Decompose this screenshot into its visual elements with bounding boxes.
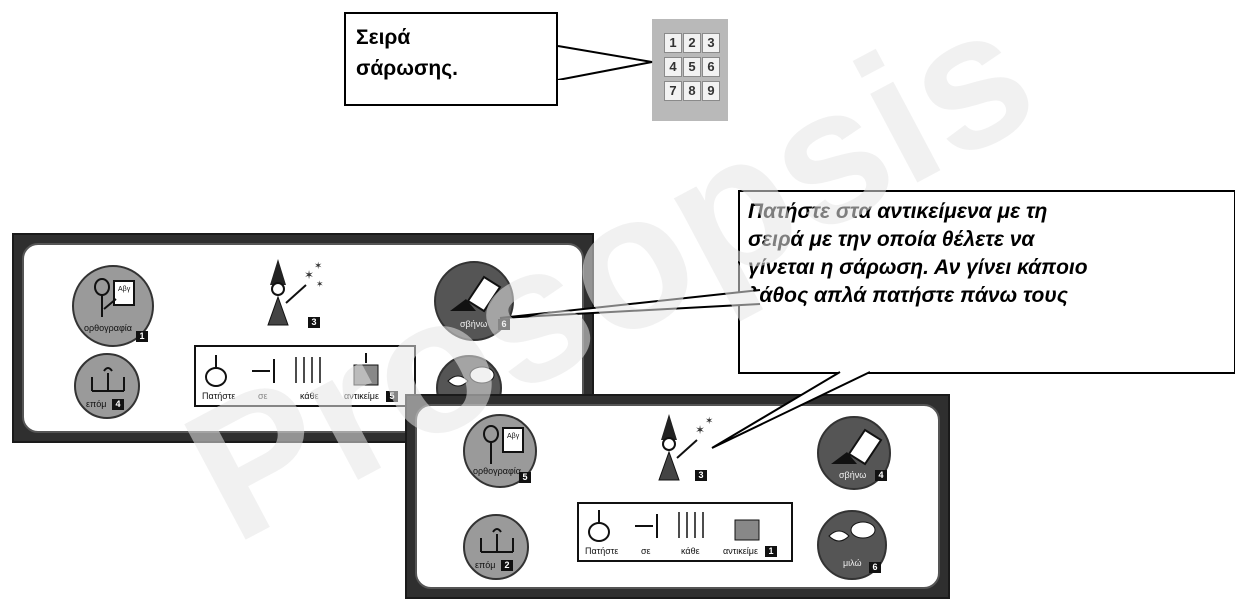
instructions-line-2: σειρά με την οποία θέλετε να — [748, 228, 1035, 251]
spelling-button[interactable]: Aβγ ορθογραφία 5 — [463, 414, 537, 488]
wizard-icon: ✶ ✶ ✶ — [267, 259, 324, 326]
scan-cell: 2 — [683, 33, 701, 53]
instruction-icons — [588, 510, 760, 542]
speak-button[interactable]: μιλώ 6 — [817, 510, 887, 580]
speak-label: μιλώ — [843, 558, 862, 568]
eraser-icon — [450, 275, 502, 313]
instr-word-each: κάθε — [300, 391, 319, 401]
svg-text:✶: ✶ — [705, 416, 713, 427]
svg-text:✶: ✶ — [314, 261, 322, 272]
scan-number: 2 — [501, 560, 513, 571]
scan-number: 1 — [136, 331, 148, 342]
scan-number: 4 — [875, 470, 887, 481]
instruction-strip[interactable]: Πατήστε σε κάθε αντικείμε 5 — [194, 345, 416, 407]
spelling-button[interactable]: Aβγ ορθογραφία 1 — [72, 265, 154, 347]
scan-number: 4 — [112, 399, 124, 410]
scan-cell: 3 — [702, 33, 720, 53]
spelling-icon: Aβγ — [94, 278, 135, 317]
scan-cell: 5 — [683, 57, 701, 77]
instr-word-each: κάθε — [681, 546, 700, 556]
instr-word-object: αντικείμε — [344, 391, 379, 401]
instructions-line-4: λάθος απλά πατήστε πάνω τους — [748, 284, 1068, 307]
erase-label: σβήνω — [839, 470, 867, 480]
scan-number: 6 — [498, 319, 510, 330]
scan-order-pointer — [557, 45, 653, 80]
speech-icon — [447, 366, 495, 387]
wizard-button[interactable]: ✶ ✶ 3 — [647, 410, 727, 490]
scan-cell: 6 — [702, 57, 720, 77]
svg-text:✶: ✶ — [695, 423, 705, 437]
svg-text:Aβγ: Aβγ — [507, 433, 520, 440]
scan-number: 5 — [386, 391, 398, 402]
next-label: επόμ — [86, 399, 107, 409]
instr-word-press: Πατήστε — [585, 546, 619, 556]
scan-number: 3 — [308, 317, 320, 328]
next-button[interactable]: επόμ 2 — [463, 514, 529, 580]
next-label: επόμ — [475, 560, 496, 570]
erase-button[interactable]: σβήνω 4 — [817, 416, 891, 490]
scan-cell: 1 — [664, 33, 682, 53]
spelling-label: ορθογραφία — [473, 466, 521, 476]
scan-cell: 9 — [702, 81, 720, 101]
instructions-line-1: Πατήστε στα αντικείμενα με τη — [748, 200, 1048, 223]
scan-number: 1 — [765, 546, 777, 557]
next-button[interactable]: επόμ 4 — [74, 353, 140, 419]
scan-order-callout: Σειρά σάρωσης. — [344, 12, 558, 106]
svg-text:✶: ✶ — [316, 279, 324, 289]
next-icon — [480, 528, 514, 553]
instr-word-press: Πατήστε — [202, 391, 236, 401]
scan-number: 6 — [869, 562, 881, 573]
spelling-icon: Aβγ — [483, 425, 524, 464]
instruction-icons — [205, 353, 379, 387]
next-icon — [91, 367, 125, 392]
instr-word-on: σε — [258, 391, 268, 401]
scan-cell: 7 — [664, 81, 682, 101]
scan-order-line-1: Σειρά — [356, 26, 411, 49]
scan-cell: 8 — [683, 81, 701, 101]
wizard-button[interactable]: ✶ ✶ ✶ 3 — [256, 255, 336, 335]
panel-inner: Aβγ ορθογραφία 5 επόμ 2 ✶ ✶ 3 Πατήστε σε… — [415, 404, 940, 589]
svg-text:✶: ✶ — [304, 268, 314, 282]
grid-panel-after: Aβγ ορθογραφία 5 επόμ 2 ✶ ✶ 3 Πατήστε σε… — [405, 394, 950, 599]
wizard-icon: ✶ ✶ — [658, 414, 713, 481]
erase-button[interactable]: σβήνω 6 — [434, 261, 514, 341]
scan-grid: 1 2 3 4 5 6 7 8 9 — [652, 19, 728, 121]
instr-word-on: σε — [641, 546, 651, 556]
instructions-line-3: γίνεται η σάρωση. Αν γίνει κάποιο — [748, 256, 1088, 279]
eraser-icon — [831, 428, 883, 466]
spelling-label: ορθογραφία — [84, 323, 132, 333]
erase-label: σβήνω — [460, 319, 488, 329]
instruction-strip[interactable]: Πατήστε σε κάθε αντικείμε 1 — [577, 502, 793, 562]
scan-order-line-2: σάρωσης. — [356, 57, 458, 80]
instr-word-object: αντικείμε — [723, 546, 758, 556]
speech-icon — [828, 521, 876, 542]
scan-number: 3 — [695, 470, 707, 481]
scan-number: 5 — [519, 472, 531, 483]
instructions-callout: Πατήστε στα αντικείμενα με τη σειρά με τ… — [738, 190, 1235, 374]
scan-cell: 4 — [664, 57, 682, 77]
svg-text:Aβγ: Aβγ — [118, 286, 131, 293]
